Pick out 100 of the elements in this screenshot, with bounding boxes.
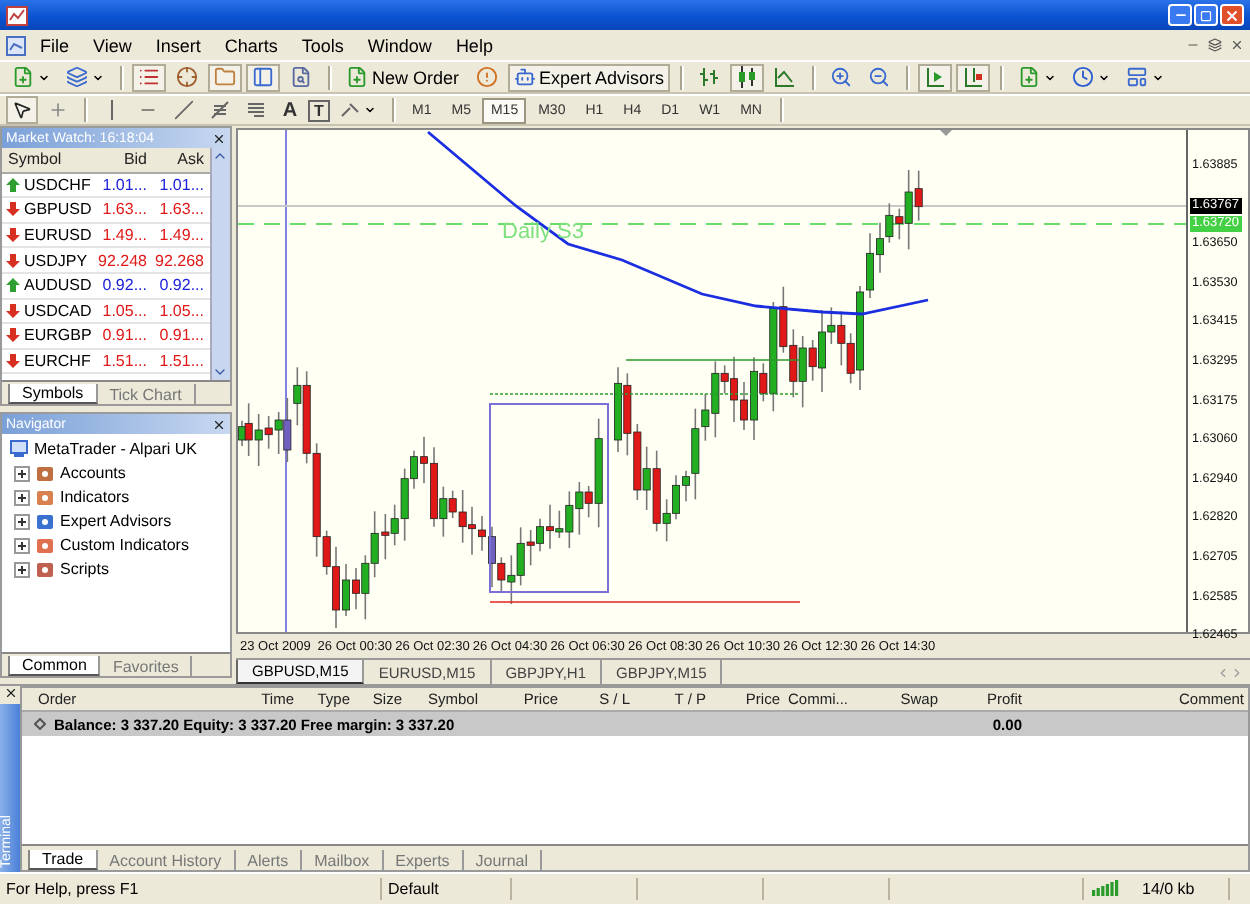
- label-tool-button[interactable]: T: [308, 99, 330, 121]
- status-text: For Help, press F1: [0, 878, 382, 900]
- cursor-button[interactable]: [6, 96, 38, 124]
- profile-name: Default: [382, 878, 512, 900]
- zoom-out-icon: [868, 66, 891, 88]
- symbol-cell: GBPUSD: [2, 200, 96, 219]
- crosshair-icon: [176, 66, 198, 88]
- tab[interactable]: Journal: [463, 850, 543, 870]
- tab[interactable]: Tick Chart: [97, 384, 196, 404]
- menu-item[interactable]: Charts: [214, 35, 288, 55]
- tab[interactable]: Mailbox: [302, 850, 384, 870]
- bid-cell-text: 0.92...: [100, 276, 149, 295]
- close-icon[interactable]: [212, 417, 226, 431]
- document-icon[interactable]: [6, 35, 26, 55]
- expert-advisors-button[interactable]: Expert Advisors: [507, 63, 671, 91]
- menu-item[interactable]: Insert: [145, 35, 211, 55]
- file-plus-icon: [1018, 66, 1041, 88]
- menu-item[interactable]: Tools: [291, 35, 354, 55]
- alert-icon: [475, 66, 498, 88]
- candlestick-icon: [736, 66, 759, 88]
- close-icon[interactable]: [1230, 38, 1244, 52]
- bid-cell-text: 1.05...: [100, 301, 149, 320]
- maximize-button[interactable]: [1194, 4, 1218, 26]
- tab[interactable]: Favorites: [100, 656, 193, 676]
- play-chart-icon: [924, 66, 947, 88]
- expander[interactable]: [14, 537, 30, 553]
- file-plus-icon: [346, 66, 368, 88]
- text-tool-button[interactable]: A: [276, 96, 304, 124]
- column-header[interactable]: Bid: [96, 150, 153, 169]
- caret-icon: [1152, 71, 1165, 83]
- crosshair-icon: [48, 100, 68, 120]
- bid-cell-text: 0.91...: [100, 326, 149, 345]
- tree-item[interactable]: Accounts: [60, 464, 126, 482]
- tree-item[interactable]: Indicators: [60, 488, 130, 506]
- new-order-button[interactable]: New Order: [340, 63, 466, 91]
- market-watch-button[interactable]: [132, 63, 166, 91]
- expander[interactable]: [14, 489, 30, 505]
- symbol-cell: EURCHF: [2, 352, 96, 371]
- close-icon[interactable]: [3, 686, 17, 700]
- tab[interactable]: Symbols: [8, 384, 98, 404]
- clock-icon: [1072, 66, 1095, 88]
- auto-scroll-button[interactable]: [918, 63, 953, 91]
- restore-icon[interactable]: [1208, 38, 1222, 52]
- close-button[interactable]: [1220, 4, 1244, 26]
- ask-cell-text: 1.51...: [157, 352, 206, 371]
- expander[interactable]: [14, 465, 30, 481]
- tree-item[interactable]: MetaTrader - Alpari UK: [34, 440, 198, 458]
- column-header[interactable]: Symbol: [2, 150, 96, 169]
- caret-icon: [38, 71, 50, 83]
- level-label: Daily S3: [502, 220, 584, 244]
- column-header[interactable]: Ask: [153, 150, 210, 169]
- tab[interactable]: Experts: [383, 850, 464, 870]
- traffic-text: 14/0 kb: [1136, 878, 1230, 900]
- layers-icon: [66, 66, 88, 88]
- ask-cell-text: 1.01...: [157, 175, 206, 194]
- menu-item[interactable]: View: [83, 35, 142, 55]
- list-icon: [138, 66, 160, 88]
- tab[interactable]: Trade: [28, 850, 98, 870]
- caret-icon: [364, 104, 376, 116]
- tab[interactable]: Account History: [97, 850, 236, 870]
- panel-icon: [252, 66, 274, 88]
- ask-cell-text: 0.91...: [157, 326, 206, 345]
- folder-button[interactable]: [208, 63, 242, 91]
- close-icon: [1224, 7, 1240, 23]
- tab[interactable]: Alerts: [235, 850, 303, 870]
- ask-cell-text: 1.05...: [157, 301, 206, 320]
- menu-item[interactable]: Window: [357, 35, 442, 55]
- bid-cell-text: 92.248: [96, 251, 149, 270]
- line-chart-icon: [774, 66, 797, 88]
- file-plus-icon: [12, 66, 34, 88]
- scrollbar[interactable]: [210, 148, 230, 380]
- minimize-button[interactable]: [1168, 4, 1192, 26]
- symbol-cell: USDJPY: [2, 251, 96, 270]
- lines-icon: [246, 100, 266, 120]
- expander[interactable]: [14, 561, 30, 577]
- tab[interactable]: Common: [8, 656, 101, 676]
- tree-item[interactable]: Custom Indicators: [60, 536, 189, 554]
- close-icon[interactable]: [212, 131, 226, 145]
- cursor-icon: [12, 100, 32, 120]
- scroll-up-icon[interactable]: [212, 148, 228, 164]
- ask-cell-text: 0.92...: [157, 276, 206, 295]
- tree-item[interactable]: Expert Advisors: [60, 512, 172, 530]
- chart-shift-button[interactable]: [956, 63, 991, 91]
- bid-cell-text: 1.51...: [100, 352, 149, 371]
- ask-cell-text: 1.63...: [157, 200, 206, 219]
- chart-shift-icon: [962, 66, 985, 88]
- ask-cell-text: 92.268: [153, 251, 206, 270]
- candle-chart-button[interactable]: [730, 63, 765, 91]
- robot-icon: [513, 66, 536, 88]
- symbol-cell: EURUSD: [2, 226, 96, 245]
- bar-chart-icon: [698, 66, 721, 88]
- menu-item[interactable]: File: [30, 35, 80, 55]
- menu-item[interactable]: Help: [445, 35, 503, 55]
- expander[interactable]: [14, 513, 30, 529]
- app-icon: [6, 5, 28, 25]
- terminal-button[interactable]: [246, 63, 280, 91]
- computer-icon: [10, 440, 28, 458]
- scroll-down-icon[interactable]: [212, 364, 228, 380]
- symbol-cell: EURGBP: [2, 326, 96, 345]
- tree-item[interactable]: Scripts: [60, 560, 109, 578]
